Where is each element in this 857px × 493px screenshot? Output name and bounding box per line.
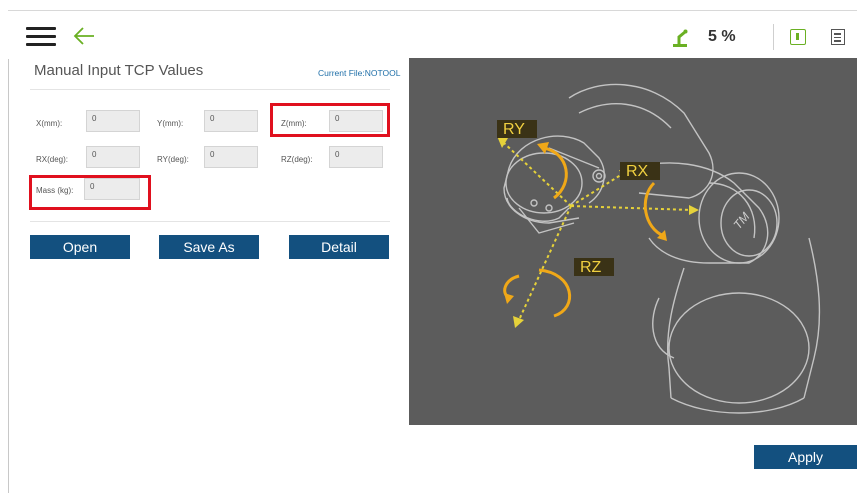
x-label: X(mm): [36,119,63,128]
current-file-label: Current File:NOTOOL [318,68,401,78]
rz-axis-label: RZ [580,259,602,276]
open-button[interactable]: Open [30,235,130,259]
y-label: Y(mm): [157,119,184,128]
rz-input[interactable]: 0 [329,146,383,168]
rx-axis-label: RX [626,163,649,180]
rz-label: RZ(deg): [281,155,313,164]
ry-axis-label: RY [503,121,525,138]
divider [30,89,390,90]
ry-input[interactable]: 0 [204,146,258,168]
y-input[interactable]: 0 [204,110,258,132]
rx-input[interactable]: 0 [86,146,140,168]
divider [30,221,390,222]
log-icon[interactable] [831,29,845,45]
z-highlight-box [270,103,390,137]
speed-value[interactable]: 5 % [708,28,736,46]
hamburger-menu-icon[interactable] [26,27,56,47]
info-icon[interactable] [790,29,806,45]
page-title: Manual Input TCP Values [34,62,204,79]
robot-arm-illustration: TM RY RX RZ [497,83,821,414]
apply-button[interactable]: Apply [754,445,857,469]
back-arrow-icon[interactable] [72,25,96,47]
divider [773,24,774,50]
save-as-button[interactable]: Save As [159,235,259,259]
detail-button[interactable]: Detail [289,235,389,259]
mass-highlight-box [29,175,151,210]
tcp-diagram: TM RY RX RZ [409,58,857,425]
top-bar: 5 % [8,10,857,59]
ry-label: RY(deg): [157,155,189,164]
svg-text:TM: TM [731,210,753,232]
rx-label: RX(deg): [36,155,69,164]
robot-status-icon[interactable] [670,28,690,48]
x-input[interactable]: 0 [86,110,140,132]
